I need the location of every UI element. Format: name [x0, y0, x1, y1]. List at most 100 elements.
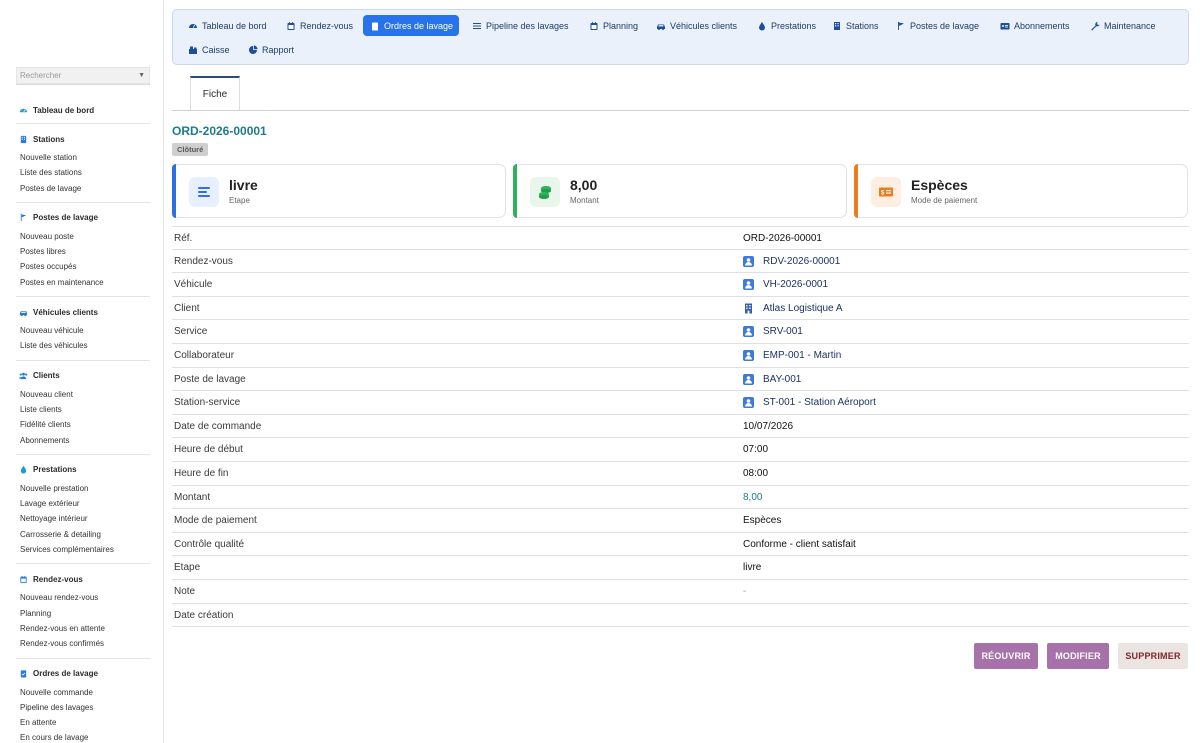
field-link[interactable]: Atlas Logistique A [743, 303, 843, 314]
field-label: Contrôle qualité [174, 538, 245, 550]
flag-icon [18, 213, 28, 223]
nav-item[interactable]: Abonnements [993, 15, 1076, 36]
sidebar-section-label: Prestations [33, 465, 77, 475]
field-label: Réf. [174, 233, 193, 244]
sidebar-divider [16, 657, 150, 659]
sidebar-section-title[interactable]: Rendez-vous [18, 572, 150, 586]
sidebar-divider [16, 123, 150, 124]
sidebar-item[interactable]: Nouvelle prestation [20, 481, 150, 496]
tab-fiche[interactable]: Fiche [190, 76, 240, 111]
field-link[interactable]: EMP-001 - Martin [743, 349, 841, 361]
nav-item[interactable]: Ordres de lavage [363, 15, 460, 36]
nav-item[interactable]: Stations [825, 15, 885, 36]
sidebar-item[interactable]: Services complémentaires [20, 542, 150, 557]
search-placeholder: Rechercher [20, 71, 62, 80]
sidebar-item[interactable]: Postes libres [20, 244, 150, 259]
card-label: Mode de paiement [911, 196, 978, 205]
user-badge-icon [743, 255, 754, 267]
field-value-text: livre [743, 562, 762, 574]
field-value: Conforme - client satisfait [743, 539, 856, 550]
stat-card-paiement: $ Espèces Mode de paiement [854, 164, 1188, 218]
field-link[interactable]: VH-2026-0001 [743, 279, 828, 291]
building-icon [831, 20, 842, 31]
nav-item-label: Planning [603, 20, 639, 31]
nav-item[interactable]: Caisse [181, 39, 236, 60]
chevron-down-icon[interactable]: ▼ [138, 68, 145, 83]
sidebar-section-title[interactable]: Prestations [18, 463, 150, 477]
stat-card-etape: livre Etape [172, 164, 506, 218]
sidebar-item[interactable]: Postes de lavage [20, 181, 150, 196]
sidebar-item[interactable]: Nouveau rendez-vous [20, 590, 150, 605]
sidebar-section: Ordres de lavage Nouvelle commande Pipelin… [16, 667, 150, 743]
search-input[interactable]: Rechercher ▼ [16, 67, 150, 84]
field-label: Date création [174, 609, 234, 621]
edit-button[interactable]: MODIFIER [1047, 643, 1109, 669]
sidebar-item[interactable]: Abonnements [20, 433, 150, 448]
sidebar-item[interactable]: Planning [20, 606, 150, 621]
sidebar-section-title[interactable]: Véhicules clients [18, 305, 150, 319]
nav-item[interactable]: Prestations [750, 15, 822, 36]
table-row: Réf. ORD-2026-00001 [172, 226, 1189, 250]
sidebar-item[interactable]: Rendez-vous en attente [20, 621, 150, 636]
sidebar-item[interactable]: Nouvelle commande [20, 685, 150, 700]
sidebar-item[interactable]: En attente [20, 715, 150, 730]
nav-item[interactable]: Véhicules clients [649, 15, 743, 36]
nav-item-label: Maintenance [1104, 20, 1156, 31]
sidebar-item[interactable]: Nouveau véhicule [20, 323, 150, 338]
card-accent-bar [854, 164, 858, 218]
field-value-text: 07:00 [743, 444, 769, 456]
sidebar-item[interactable]: Postes occupés [20, 259, 150, 274]
sidebar-section-title[interactable]: Stations [18, 132, 150, 146]
sidebar-item[interactable]: Postes en maintenance [20, 275, 150, 290]
reopen-button[interactable]: RÉOUVRIR [974, 643, 1038, 669]
sidebar-section: Rendez-vous Nouveau rendez-vous Planning Re… [16, 572, 150, 651]
cashbox-icon [187, 44, 198, 55]
card-accent-bar [172, 164, 176, 218]
sidebar-item[interactable]: Nouvelle station [20, 150, 150, 165]
nav-item-label: Véhicules clients [670, 20, 738, 31]
field-link[interactable]: ST-001 - Station Aéroport [743, 397, 876, 409]
nav-item[interactable]: Pipeline des lavages [465, 15, 575, 36]
sidebar-section-title[interactable]: Ordres de lavage [18, 667, 150, 681]
field-value-text: SRV-001 [763, 326, 803, 338]
field-value-text: BAY-001 [763, 373, 802, 385]
field-link[interactable]: RDV-2026-00001 [743, 255, 840, 267]
field-link[interactable]: SRV-001 [743, 326, 803, 338]
nav-item[interactable]: Maintenance [1083, 15, 1162, 36]
nav-item[interactable]: Postes de lavage [889, 15, 985, 36]
sidebar-item[interactable]: Pipeline des lavages [20, 700, 150, 715]
nav-item[interactable]: Planning [582, 15, 644, 36]
card-icon [999, 20, 1010, 31]
sidebar-item[interactable]: Nouveau client [20, 387, 150, 402]
field-link[interactable]: BAY-001 [743, 373, 802, 385]
sidebar-item[interactable]: Carrosserie & detailing [20, 527, 150, 542]
sidebar-item[interactable]: Liste des stations [20, 165, 150, 180]
user-badge-icon [743, 279, 754, 291]
sidebar-item[interactable]: Liste clients [20, 402, 150, 417]
sidebar-divider [16, 453, 150, 455]
droplet-icon [18, 465, 28, 475]
pie-chart-icon [247, 44, 258, 55]
sidebar-item[interactable]: Lavage extérieur [20, 496, 150, 511]
sidebar-item[interactable]: Nettoyage intérieur [20, 511, 150, 526]
sidebar-section-title[interactable]: Postes de lavage [18, 211, 150, 225]
sidebar-item[interactable]: En cours de lavage [20, 730, 150, 743]
nav-item[interactable]: Tableau de bord [181, 15, 273, 36]
delete-button[interactable]: SUPPRIMER [1118, 643, 1188, 669]
sidebar-section-title[interactable]: Tableau de bord [18, 103, 150, 117]
field-label: Rendez-vous [174, 255, 233, 267]
nav-item[interactable]: Rendez-vous [279, 15, 359, 36]
table-row: Véhicule VH-2026-0001 [172, 273, 1189, 297]
field-value: ORD-2026-00001 [743, 233, 822, 244]
sidebar-item[interactable]: Rendez-vous confirmés [20, 636, 150, 651]
nav-item[interactable]: Rapport [241, 39, 300, 60]
sidebar-item[interactable]: Fidélité clients [20, 417, 150, 432]
sidebar-section-label: Ordres de lavage [33, 669, 98, 679]
sidebar-section-title[interactable]: Clients [18, 369, 150, 383]
nav-item-label: Prestations [771, 20, 817, 31]
status-badge: Clôturé [172, 143, 209, 156]
field-value: 08:00 [743, 468, 768, 479]
users-icon [18, 371, 28, 381]
sidebar-item[interactable]: Liste des véhicules [20, 338, 150, 353]
sidebar-item[interactable]: Nouveau poste [20, 229, 150, 244]
